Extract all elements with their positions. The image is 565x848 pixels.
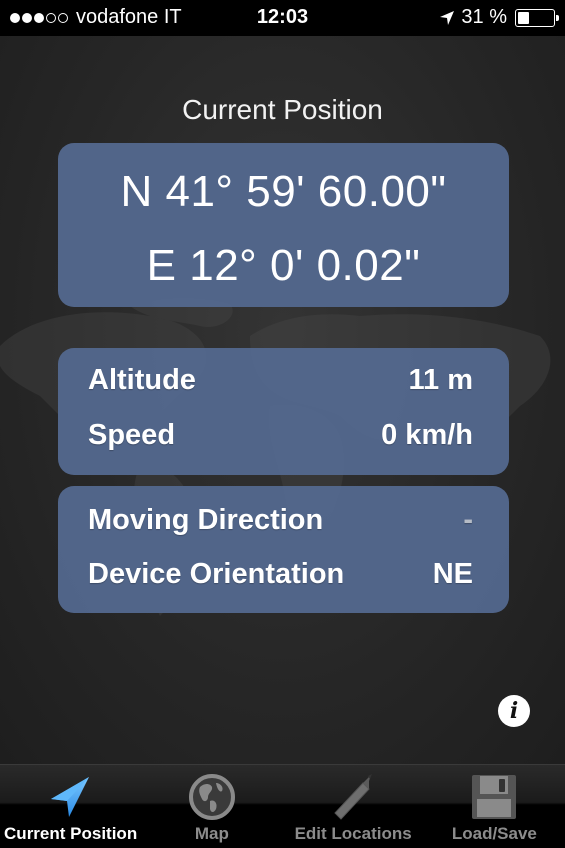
signal-strength-icon [10,12,68,23]
device-orientation-label: Device Orientation [88,558,345,590]
tab-label: Map [194,824,229,843]
coordinates-card: N 41° 59' 60.00" E 12° 0' 0.02" [58,143,509,307]
status-left: vodafone IT [10,6,182,29]
tab-edit-locations[interactable]: Edit Locations [283,765,424,848]
navigation-arrow-icon [50,777,89,817]
tab-load-save[interactable]: Load/Save [424,765,565,848]
altitude-value: 11 m [408,364,474,396]
tab-current-position[interactable]: Current Position [0,765,141,848]
latitude-value: N 41° 59' 60.00" [120,167,447,216]
direction-card: Moving Direction - Device Orientation NE [58,486,509,613]
moving-direction-value: - [463,504,473,536]
battery-icon [515,8,559,27]
tab-label: Load/Save [451,824,537,843]
moving-direction-label: Moving Direction [88,504,324,536]
longitude-value: E 12° 0' 0.02" [146,241,421,290]
speed-value: 0 km/h [381,419,473,451]
battery-percent: 31 % [461,6,507,28]
status-bar: vodafone IT 12:03 31 % [0,0,565,36]
tab-label: Current Position [4,824,138,843]
main-content: Current Position N 41° 59' 60.00" E 12° … [0,36,565,764]
floppy-disk-icon [472,775,517,819]
globe-icon [188,774,235,820]
battery-level-fill [518,11,529,24]
carrier-name: vodafone IT [76,6,182,28]
tab-map[interactable]: Map [141,765,282,848]
status-right: 31 % [439,6,559,29]
tab-bar: Current Position Map Edit Locations Load… [0,764,565,848]
device-orientation-value: NE [432,558,473,590]
altitude-label: Altitude [88,364,196,396]
altitude-row: Altitude 11 m [88,364,473,397]
tab-label: Edit Locations [294,824,412,843]
pencil-icon [334,774,373,820]
moving-direction-row: Moving Direction - [88,504,473,537]
motion-card: Altitude 11 m Speed 0 km/h [58,348,509,475]
info-button[interactable]: i [498,695,530,727]
location-arrow-icon [440,10,455,25]
info-icon: i [509,698,519,724]
speed-row: Speed 0 km/h [88,419,473,452]
speed-label: Speed [88,419,176,451]
device-orientation-row: Device Orientation NE [88,558,473,591]
page-title: Current Position [182,94,383,125]
